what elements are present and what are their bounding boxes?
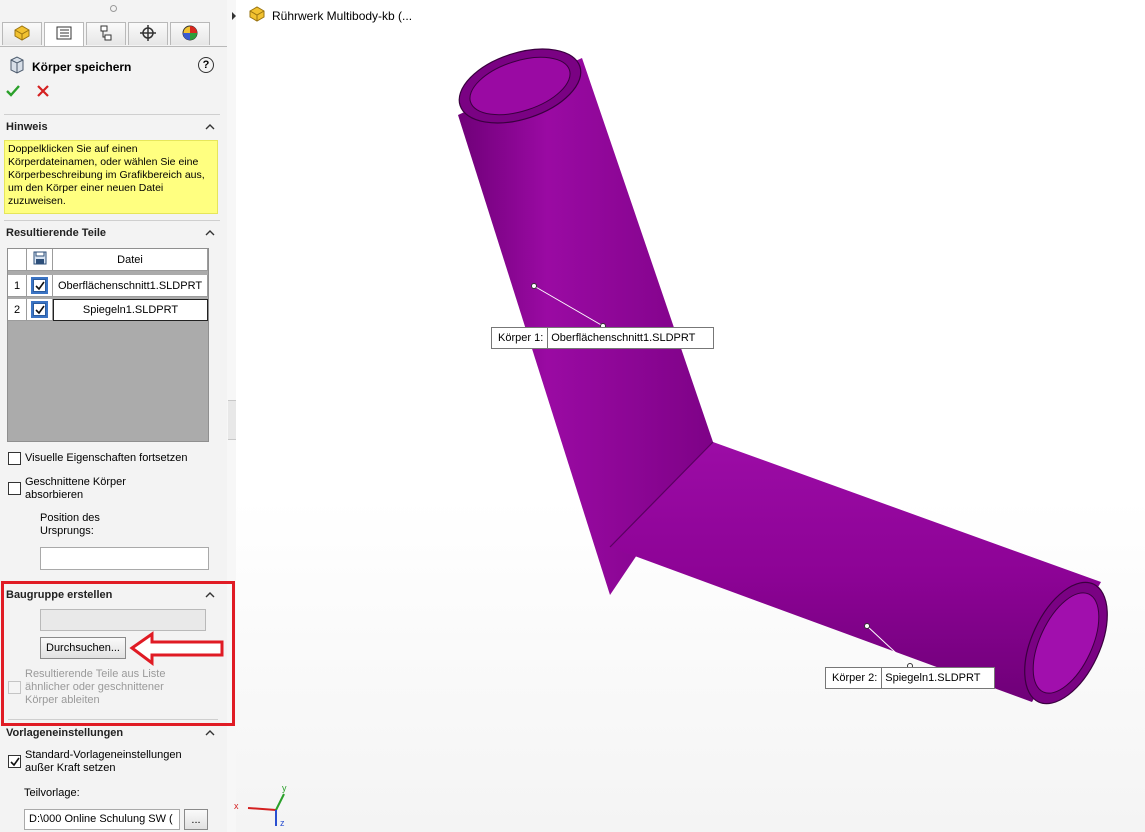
callout-anchor-2 <box>864 623 870 629</box>
template-settings-title: Vorlageneinstellungen <box>6 727 124 739</box>
absorb-cut-bodies-option[interactable]: Geschnittene Körper absorbieren <box>8 476 158 502</box>
body-callout-1[interactable]: Körper 1: Oberflächenschnitt1.SLDPRT <box>491 327 714 349</box>
pipe-model[interactable] <box>236 0 1145 832</box>
callout-anchor-1 <box>531 283 537 289</box>
tab-feature-manager[interactable] <box>2 22 42 45</box>
part-template-browse-button[interactable]: ... <box>184 809 208 830</box>
hint-message: Doppelklicken Sie auf einen Körperdatein… <box>4 140 218 214</box>
panel-grip-handle[interactable] <box>110 5 117 12</box>
cancel-button[interactable] <box>36 84 50 101</box>
triad-y-label: y <box>282 783 287 793</box>
save-icon <box>33 251 47 268</box>
override-template-option[interactable]: Standard-Vorlageneinstellungen außer Kra… <box>8 749 198 775</box>
callout-prefix: Körper 2: <box>826 668 883 688</box>
table-header-row: Datei <box>8 249 208 271</box>
tabs-divider <box>0 46 227 47</box>
flyout-feature-tree[interactable]: Rührwerk Multibody-kb (... <box>232 6 412 25</box>
absorb-cut-bodies-label: Geschnittene Körper absorbieren <box>25 476 126 501</box>
save-checkbox[interactable] <box>31 301 48 318</box>
page-title: Körper speichern <box>32 59 132 74</box>
part-template-field[interactable]: D:\000 Online Schulung SW ( <box>24 809 180 830</box>
help-button[interactable]: ? <box>198 57 214 73</box>
callout-prefix: Körper 1: <box>492 328 549 348</box>
absorb-cut-bodies-checkbox[interactable] <box>8 482 21 495</box>
override-template-label: Standard-Vorlageneinstellungen außer Kra… <box>25 749 182 774</box>
resulting-parts-header[interactable]: Resultierende Teile <box>6 227 218 243</box>
chevron-up-icon[interactable] <box>204 227 216 239</box>
ok-button[interactable] <box>6 84 20 101</box>
row-number: 1 <box>8 275 27 297</box>
divider <box>4 114 220 115</box>
table-row[interactable]: 1 Oberflächenschnitt1.SLDPRT <box>8 275 208 297</box>
tree-title: Rührwerk Multibody-kb (... <box>272 8 413 23</box>
save-bodies-icon <box>8 56 26 77</box>
display-manager-icon <box>181 25 199 44</box>
origin-position-label: Position des Ursprungs: <box>40 512 100 537</box>
resulting-parts-table: Datei 1 Oberflächenschnitt1.SLDPRT 2 Spi… <box>7 248 209 442</box>
triad-y-axis <box>275 793 285 811</box>
crosshair-icon <box>139 24 157 44</box>
tab-configuration-manager[interactable] <box>86 22 126 45</box>
row-save-cell <box>27 299 53 321</box>
hint-section-title: Hinweis <box>6 121 48 133</box>
property-manager-icon <box>55 25 73 44</box>
triad-z-label: z <box>280 818 285 828</box>
tab-property-manager[interactable] <box>44 22 84 46</box>
visual-properties-label: Visuelle Eigenschaften fortsetzen <box>25 452 188 464</box>
tab-dimxpert-manager[interactable] <box>128 22 168 45</box>
visual-properties-checkbox[interactable] <box>8 452 21 465</box>
visual-properties-option[interactable]: Visuelle Eigenschaften fortsetzen <box>8 452 187 465</box>
graphics-area[interactable]: x y z <box>234 0 1145 832</box>
assembly-icon <box>248 6 266 25</box>
file-column-header: Datei <box>53 249 208 271</box>
row-number-header <box>8 249 27 271</box>
save-column-header[interactable] <box>27 249 53 271</box>
divider <box>4 220 220 221</box>
save-checkbox[interactable] <box>31 277 48 294</box>
ok-cancel-bar <box>6 84 50 101</box>
hint-section-header[interactable]: Hinweis <box>6 121 218 137</box>
manager-tabs <box>2 22 212 46</box>
part-template-label: Teilvorlage: <box>24 787 80 799</box>
body-callout-2[interactable]: Körper 2: Spiegeln1.SLDPRT <box>825 667 995 689</box>
feature-manager-icon <box>13 24 31 44</box>
override-template-checkbox[interactable] <box>8 755 21 768</box>
property-manager-header: Körper speichern <box>8 56 131 77</box>
chevron-up-icon[interactable] <box>204 121 216 133</box>
triad-x-label: x <box>234 801 239 811</box>
row-number: 2 <box>8 299 27 321</box>
highlight-arrow-icon <box>129 631 224 666</box>
callout-file-name[interactable]: Spiegeln1.SLDPRT <box>882 672 988 684</box>
callout-file-name[interactable]: Oberflächenschnitt1.SLDPRT <box>548 332 703 344</box>
triad-x-axis <box>247 807 277 811</box>
file-name-cell[interactable]: Spiegeln1.SLDPRT <box>53 299 208 321</box>
origin-position-field[interactable] <box>40 547 209 570</box>
chevron-up-icon[interactable] <box>204 727 216 739</box>
template-settings-header[interactable]: Vorlageneinstellungen <box>6 727 218 743</box>
resulting-parts-title: Resultierende Teile <box>6 227 107 239</box>
table-row[interactable]: 2 Spiegeln1.SLDPRT <box>8 299 208 321</box>
configuration-manager-icon <box>97 25 115 44</box>
row-save-cell <box>27 275 53 297</box>
expand-arrow-icon[interactable] <box>232 11 236 20</box>
tab-display-manager[interactable] <box>170 22 210 45</box>
file-name-cell[interactable]: Oberflächenschnitt1.SLDPRT <box>53 275 208 297</box>
